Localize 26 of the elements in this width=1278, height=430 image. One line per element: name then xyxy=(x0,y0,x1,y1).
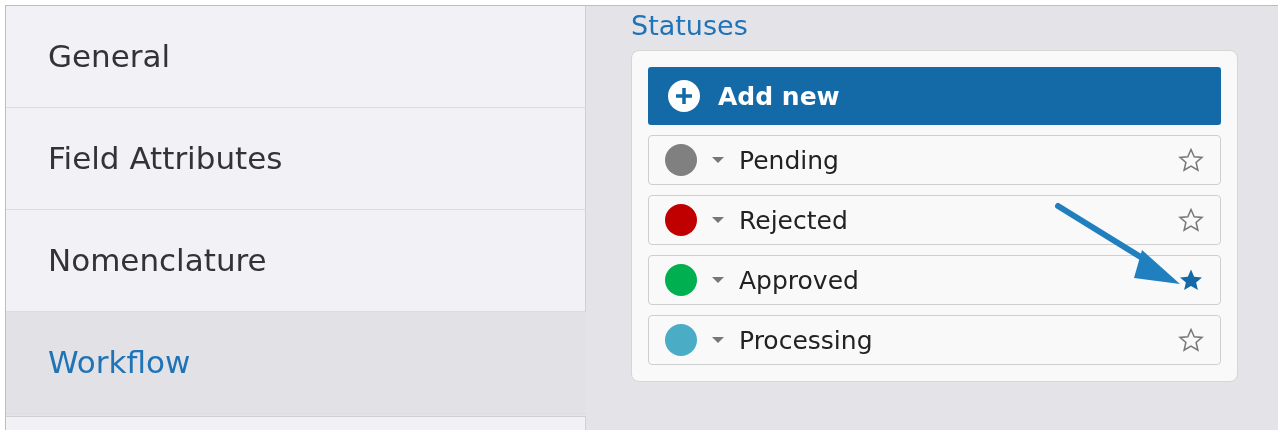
status-name: Rejected xyxy=(739,204,848,237)
status-name: Approved xyxy=(739,264,859,297)
status-color-dot[interactable] xyxy=(665,264,697,297)
star-icon[interactable] xyxy=(1178,208,1204,233)
add-new-button[interactable]: Add new xyxy=(648,67,1221,126)
sidebar-item[interactable]: Field Attributes xyxy=(6,108,586,210)
status-row[interactable]: Processing xyxy=(648,315,1221,366)
sidebar-item[interactable]: General xyxy=(6,6,586,108)
section-title: Statuses xyxy=(631,10,749,43)
caret-icon[interactable] xyxy=(711,276,725,285)
caret-icon[interactable] xyxy=(711,336,725,345)
status-name: Processing xyxy=(739,324,873,357)
status-row[interactable]: Pending xyxy=(648,135,1221,186)
status-name: Pending xyxy=(739,144,839,177)
status-color-dot[interactable] xyxy=(665,144,697,177)
status-row[interactable]: Approved xyxy=(648,255,1221,306)
plus-circle-icon xyxy=(668,80,700,113)
star-icon[interactable] xyxy=(1178,328,1204,353)
status-color-dot[interactable] xyxy=(665,204,697,237)
star-icon[interactable] xyxy=(1178,268,1204,293)
status-color-dot[interactable] xyxy=(665,324,697,357)
status-row[interactable]: Rejected xyxy=(648,195,1221,246)
star-icon[interactable] xyxy=(1178,148,1204,173)
sidebar-item[interactable]: Nomenclature xyxy=(6,210,586,312)
caret-icon[interactable] xyxy=(711,216,725,225)
caret-icon[interactable] xyxy=(711,156,725,165)
